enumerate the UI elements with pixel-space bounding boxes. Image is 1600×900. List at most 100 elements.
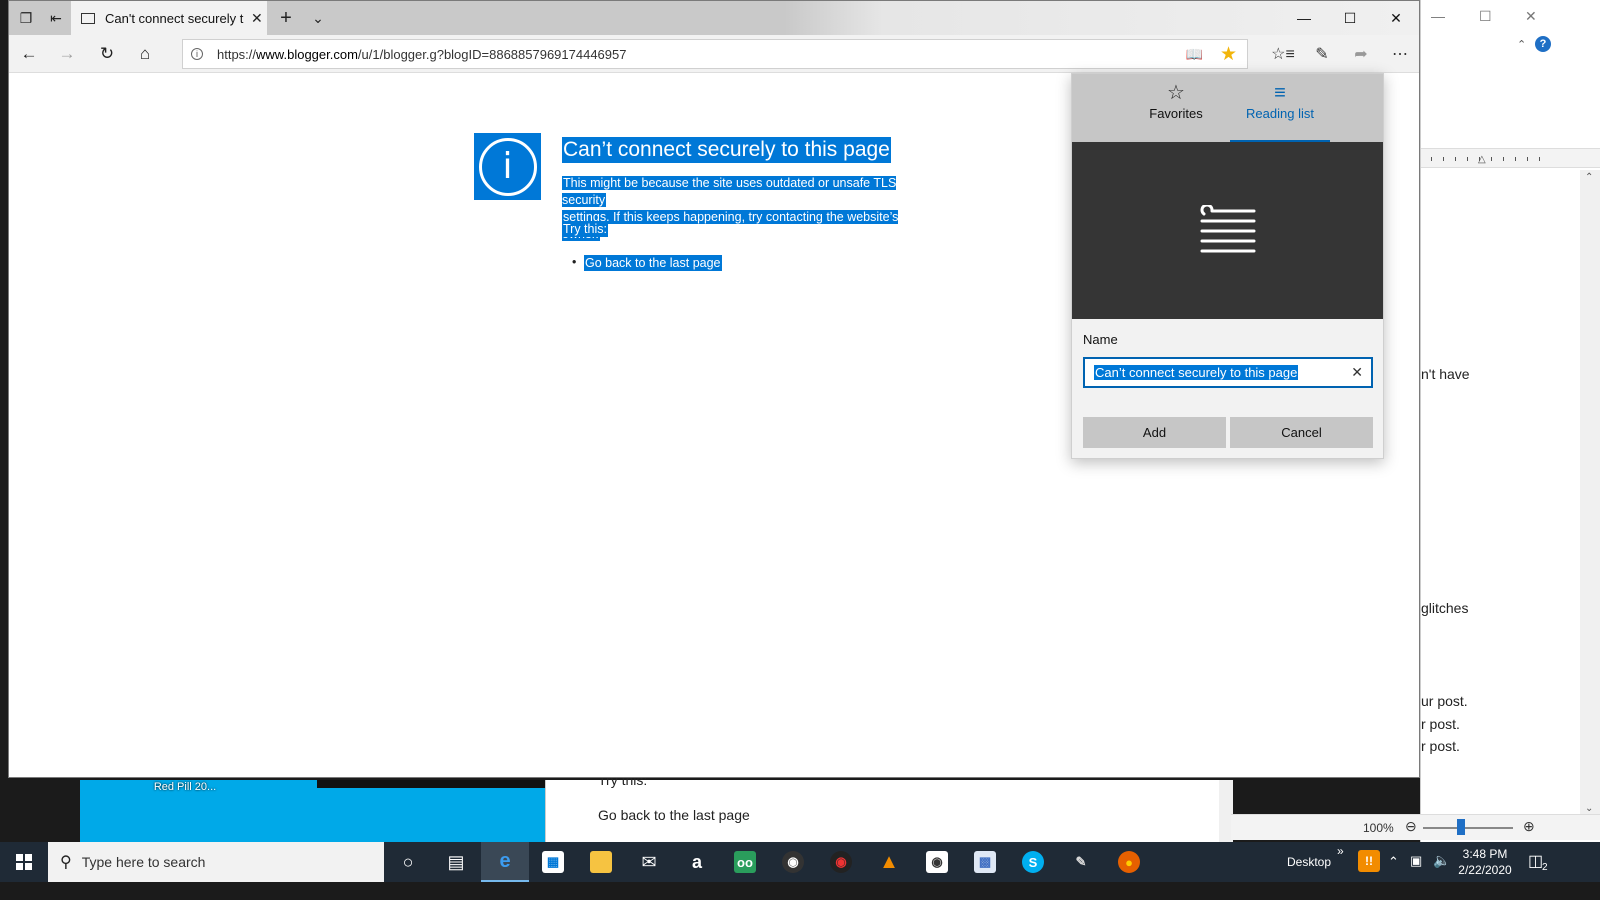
- close-tab-icon[interactable]: ✕: [251, 10, 263, 27]
- back-icon[interactable]: ←: [13, 39, 45, 69]
- word-titlebar: — ☐ ✕: [1421, 0, 1600, 34]
- indent-marker-icon[interactable]: △: [1478, 154, 1486, 165]
- tab-favorites[interactable]: ☆ Favorites: [1126, 80, 1226, 142]
- camera-lens-app-icon[interactable]: ◉: [769, 842, 817, 882]
- error-description-line: This might be because the site uses outd…: [562, 176, 897, 207]
- background-document-window: Try this: Go back to the last page: [545, 772, 1233, 842]
- camera-app-icon[interactable]: ◉: [913, 842, 961, 882]
- action-center-icon[interactable]: ◫: [1528, 851, 1543, 871]
- collapse-ribbon-icon[interactable]: ⌃: [1517, 38, 1526, 51]
- tab-favorites-label: Favorites: [1149, 106, 1203, 121]
- word-ruler: △: [1421, 148, 1600, 168]
- close-window-icon[interactable]: ✕: [1373, 1, 1419, 35]
- reading-list-preview: [1072, 142, 1383, 319]
- toolbar-expand-icon[interactable]: »: [1337, 844, 1344, 858]
- tab-preview-chevron-icon[interactable]: ⌄: [303, 1, 333, 35]
- search-icon: ⚲: [60, 854, 72, 871]
- paint-app-icon[interactable]: ✎: [1057, 842, 1105, 882]
- try-this-label: Try this:: [562, 221, 608, 237]
- show-hidden-icons-icon[interactable]: ⌃: [1388, 854, 1399, 870]
- color-app-icon[interactable]: ◉: [817, 842, 865, 882]
- minimize-icon[interactable]: —: [1281, 1, 1327, 35]
- network-icon[interactable]: ▣: [1410, 853, 1422, 869]
- zoom-slider[interactable]: [1423, 827, 1513, 829]
- zoom-level[interactable]: 100%: [1363, 821, 1394, 835]
- navigation-bar: ← → ↻ ⌂ i https://www.blogger.com/u/1/bl…: [9, 35, 1419, 73]
- zoom-out-icon[interactable]: ⊖: [1405, 818, 1417, 835]
- star-outline-icon: ☆: [1167, 82, 1185, 104]
- scroll-down-icon[interactable]: ⌄: [1585, 803, 1593, 814]
- zoom-slider-thumb[interactable]: [1457, 819, 1465, 835]
- task-view-icon[interactable]: ▤: [432, 842, 480, 882]
- vlc-app-icon[interactable]: ▲: [865, 842, 913, 882]
- forward-icon[interactable]: →: [51, 39, 83, 69]
- photos-app-icon[interactable]: ▩: [961, 842, 1009, 882]
- notification-count: 2: [1542, 862, 1548, 873]
- go-back-link[interactable]: Go back to the last page: [584, 255, 722, 271]
- tripadvisor-app-icon[interactable]: oo: [721, 842, 769, 882]
- store-app-icon[interactable]: ▦: [529, 842, 577, 882]
- maximize-icon[interactable]: ☐: [1479, 8, 1492, 25]
- name-field[interactable]: Can’t connect securely to this page ✕: [1083, 357, 1373, 388]
- reading-list-large-icon: [1200, 204, 1255, 252]
- tab-reading-list[interactable]: ≡ Reading list: [1230, 80, 1330, 142]
- cortana-icon[interactable]: ○: [384, 842, 432, 882]
- error-description: This might be because the site uses outd…: [562, 175, 938, 243]
- add-notes-icon[interactable]: ✎: [1306, 39, 1338, 69]
- clear-icon[interactable]: ✕: [1351, 364, 1363, 381]
- document-text: ur post.: [1421, 693, 1468, 709]
- document-text: r post.: [1421, 716, 1460, 732]
- refresh-icon[interactable]: ↻: [91, 39, 123, 69]
- alert-tray-icon[interactable]: !!: [1358, 850, 1380, 872]
- taskbar: ⚲ Type here to search ○ ▤ e ▦ ✉ a oo ◉ ◉…: [0, 842, 1600, 882]
- file-explorer-icon[interactable]: [577, 842, 625, 882]
- search-placeholder[interactable]: Type here to search: [82, 854, 206, 870]
- edge-app-icon[interactable]: e: [481, 842, 529, 882]
- close-icon[interactable]: ✕: [1525, 8, 1537, 25]
- firefox-app-icon[interactable]: ●: [1105, 842, 1153, 882]
- page-favicon-icon: [81, 12, 95, 24]
- share-icon[interactable]: ➦: [1345, 39, 1377, 69]
- cancel-button[interactable]: Cancel: [1230, 417, 1373, 448]
- skype-app-icon[interactable]: S: [1009, 842, 1057, 882]
- desktop-toolbar-label[interactable]: Desktop: [1287, 855, 1331, 869]
- mail-app-icon[interactable]: ✉: [625, 842, 673, 882]
- word-status-bar: 100% ⊖ ⊕: [1231, 814, 1600, 840]
- word-vertical-scrollbar[interactable]: ⌃ ⌄: [1580, 170, 1600, 818]
- name-field-value[interactable]: Can’t connect securely to this page: [1094, 365, 1299, 380]
- browser-titlebar: ❐ ⇤ Can't connect securely t ✕ + ⌄ — ☐ ✕: [9, 1, 1419, 35]
- address-url[interactable]: https://www.blogger.com/u/1/blogger.g?bl…: [217, 47, 626, 62]
- panel-tabs: ☆ Favorites ≡ Reading list: [1072, 74, 1383, 142]
- home-icon[interactable]: ⌂: [129, 39, 161, 69]
- browser-tab-active[interactable]: Can't connect securely t ✕: [71, 1, 267, 35]
- system-clock[interactable]: 3:48 PM 2/22/2020: [1448, 846, 1522, 878]
- tab-title: Can't connect securely t: [105, 10, 244, 26]
- zoom-in-icon[interactable]: ⊕: [1523, 818, 1535, 835]
- address-bar[interactable]: i https://www.blogger.com/u/1/blogger.g?…: [182, 39, 1248, 69]
- tab-manager-icon[interactable]: ❐: [11, 1, 41, 35]
- minimize-icon[interactable]: —: [1431, 8, 1445, 24]
- document-text: glitches: [1421, 600, 1469, 616]
- add-to-reading-list-panel: ☆ Favorites ≡ Reading list Name Can’t co…: [1071, 73, 1384, 459]
- document-text: n't have: [1421, 366, 1470, 382]
- reading-view-icon[interactable]: 📖: [1186, 46, 1203, 63]
- favorites-hub-icon[interactable]: ☆≡: [1267, 39, 1299, 69]
- maximize-icon[interactable]: ☐: [1327, 1, 1373, 35]
- favorite-star-icon[interactable]: ★: [1220, 43, 1237, 66]
- add-button[interactable]: Add: [1083, 417, 1226, 448]
- windows-icon: [16, 854, 32, 870]
- help-icon[interactable]: ?: [1535, 36, 1551, 52]
- start-button[interactable]: [0, 842, 48, 882]
- error-description-line: settings. If this keeps happening, try c…: [562, 210, 899, 241]
- clock-time: 3:48 PM: [1462, 847, 1508, 861]
- more-options-icon[interactable]: ⋯: [1384, 39, 1416, 69]
- new-tab-icon[interactable]: +: [271, 1, 301, 35]
- site-info-icon[interactable]: i: [183, 48, 211, 60]
- scroll-up-icon[interactable]: ⌃: [1585, 172, 1593, 183]
- tab-reading-list-label: Reading list: [1246, 106, 1314, 121]
- set-tabs-aside-icon[interactable]: ⇤: [41, 1, 71, 35]
- taskbar-search[interactable]: ⚲ Type here to search: [48, 842, 384, 882]
- background-link-text: Go back to the last page: [598, 807, 750, 823]
- background-word-window: — ☐ ✕ ⌃ ? △ n't have glitches ur post. r…: [1231, 0, 1600, 862]
- amazon-app-icon[interactable]: a: [673, 842, 721, 882]
